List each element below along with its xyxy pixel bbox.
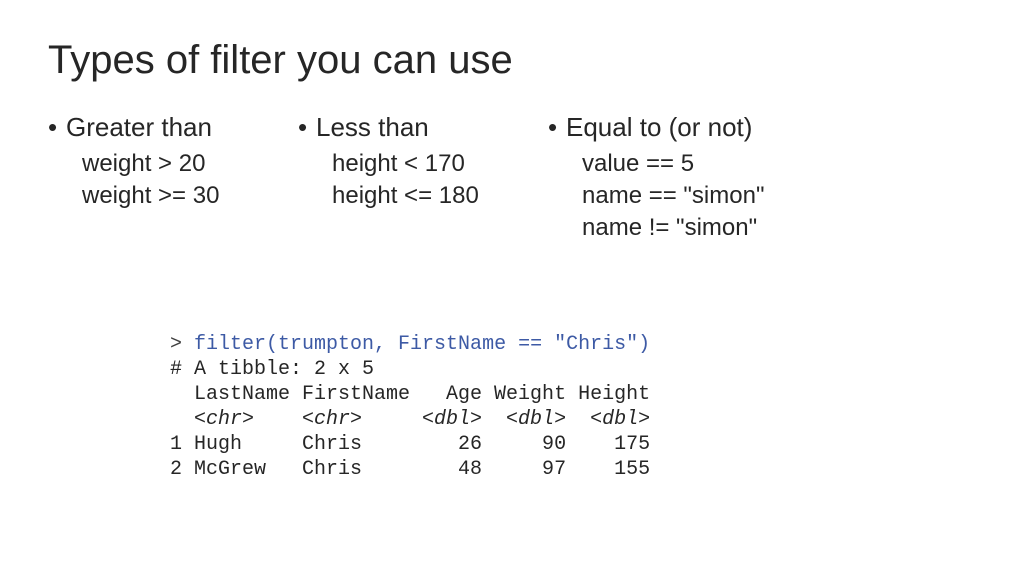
example-line: name == "simon" bbox=[582, 180, 788, 212]
col-examples: weight > 20 weight >= 30 bbox=[48, 148, 258, 213]
example-line: height <= 180 bbox=[332, 180, 508, 212]
col-header-text: Greater than bbox=[66, 111, 212, 144]
tibble-coltypes: <chr> <chr> <dbl> <dbl> <dbl> bbox=[170, 408, 650, 431]
col-examples: height < 170 height <= 180 bbox=[298, 148, 508, 213]
slide: Types of filter you can use • Greater th… bbox=[0, 0, 1024, 576]
col-header-text: Equal to (or not) bbox=[566, 111, 752, 144]
col-header: • Less than bbox=[298, 111, 508, 144]
r-command: filter(trumpton, FirstName == "Chris") bbox=[194, 333, 650, 356]
col-equal-to: • Equal to (or not) value == 5 name == "… bbox=[548, 111, 788, 245]
page-title: Types of filter you can use bbox=[48, 38, 976, 83]
example-line: value == 5 bbox=[582, 148, 788, 180]
tibble-header: # A tibble: 2 x 5 bbox=[170, 358, 374, 381]
example-line: height < 170 bbox=[332, 148, 508, 180]
col-greater-than: • Greater than weight > 20 weight >= 30 bbox=[48, 111, 258, 245]
code-output: > filter(trumpton, FirstName == "Chris")… bbox=[170, 332, 650, 482]
bullet-icon: • bbox=[48, 111, 66, 144]
tibble-colnames: LastName FirstName Age Weight Height bbox=[170, 383, 650, 406]
bullet-icon: • bbox=[298, 111, 316, 144]
bullet-icon: • bbox=[548, 111, 566, 144]
col-examples: value == 5 name == "simon" name != "simo… bbox=[548, 148, 788, 245]
example-line: name != "simon" bbox=[582, 212, 788, 244]
table-row: 1 Hugh Chris 26 90 175 bbox=[170, 433, 650, 456]
example-line: weight >= 30 bbox=[82, 180, 258, 212]
col-header: • Equal to (or not) bbox=[548, 111, 788, 144]
r-prompt: > bbox=[170, 333, 194, 356]
columns-container: • Greater than weight > 20 weight >= 30 … bbox=[48, 111, 976, 245]
table-row: 2 McGrew Chris 48 97 155 bbox=[170, 458, 650, 481]
example-line: weight > 20 bbox=[82, 148, 258, 180]
col-less-than: • Less than height < 170 height <= 180 bbox=[298, 111, 508, 245]
col-header-text: Less than bbox=[316, 111, 429, 144]
col-header: • Greater than bbox=[48, 111, 258, 144]
